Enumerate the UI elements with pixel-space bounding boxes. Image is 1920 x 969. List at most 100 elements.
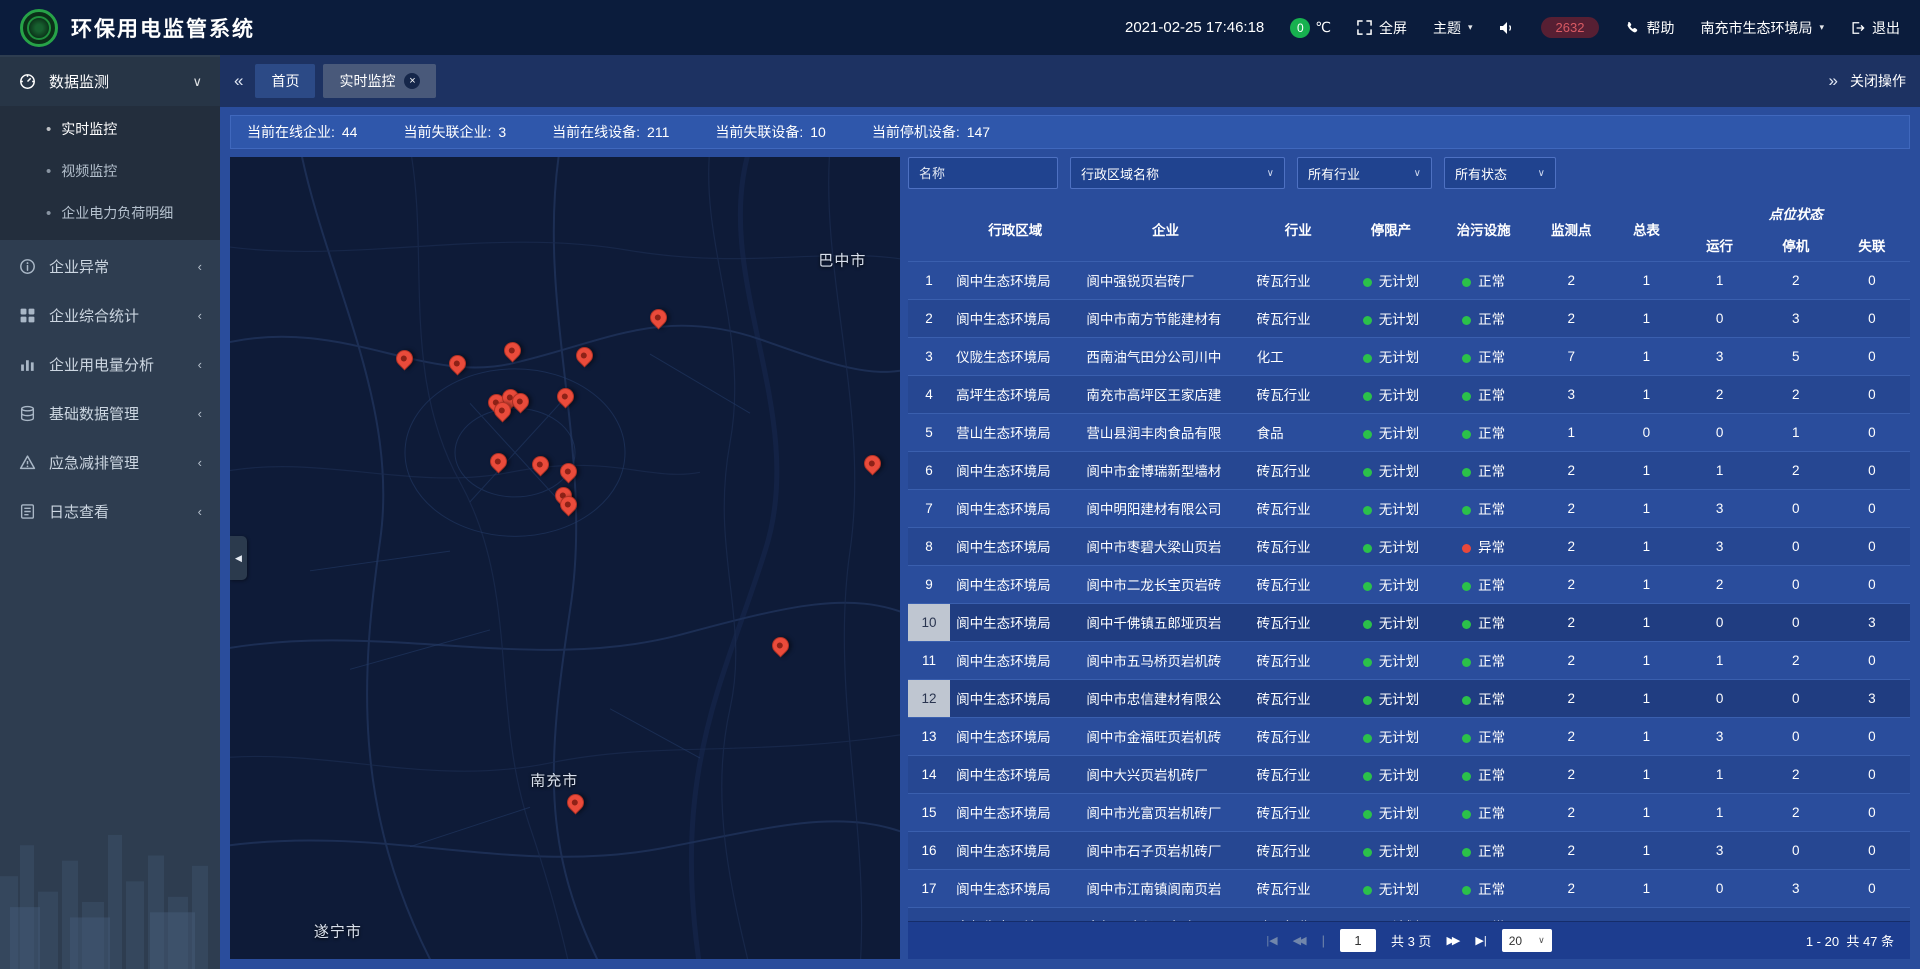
help-button[interactable]: 帮助 — [1625, 18, 1674, 38]
row-index-cell: 8 — [908, 527, 950, 565]
facility-status-cell: 正常 — [1436, 299, 1531, 337]
limit-status-cell: 无计划 — [1346, 337, 1436, 375]
pin-icon — [487, 449, 511, 473]
table-row[interactable]: 4高坪生态环境局南充市高坪区王家店建砖瓦行业无计划正常31220 — [908, 375, 1910, 413]
last-page-button[interactable]: ▶| — [1475, 934, 1486, 947]
offline-cell: 0 — [1834, 793, 1910, 831]
region-cell: 阆中生态环境局 — [950, 489, 1080, 527]
industry-filter-select[interactable]: 所有行业 ∨ — [1297, 157, 1432, 189]
sidebar-item[interactable]: 日志查看‹ — [0, 487, 220, 536]
status-filter-select[interactable]: 所有状态 ∨ — [1444, 157, 1556, 189]
table-row[interactable]: 12阆中生态环境局阆中市忠信建材有限公砖瓦行业无计划正常21003 — [908, 679, 1910, 717]
page-size-select[interactable]: 20 ∨ — [1502, 929, 1552, 952]
close-operations-button[interactable]: 关闭操作 — [1850, 71, 1906, 91]
sidebar-item[interactable]: 企业用电量分析‹ — [0, 340, 220, 389]
company-column-header: 企业 — [1080, 197, 1250, 261]
app-root: 环保用电监管系统 2021-02-25 17:46:18 0 ℃ 全屏 主题 ▾… — [0, 0, 1920, 969]
status-dot — [1363, 354, 1372, 363]
sidebar-item[interactable]: 应急减排管理‹ — [0, 438, 220, 487]
table-row[interactable]: 6阆中生态环境局阆中市金博瑞新型墙材砖瓦行业无计划正常21120 — [908, 451, 1910, 489]
sidebar-subitem[interactable]: •实时监控 — [0, 108, 220, 150]
sidebar-subitem[interactable]: •视频监控 — [0, 150, 220, 192]
status-dot — [1363, 316, 1372, 325]
page-number-input[interactable] — [1340, 929, 1376, 952]
region-cell: 阆中生态环境局 — [950, 299, 1080, 337]
fullscreen-button[interactable]: 全屏 — [1357, 18, 1407, 38]
table-row[interactable]: 16阆中生态环境局阆中市石子页岩机砖厂砖瓦行业无计划正常21300 — [908, 831, 1910, 869]
table-body: 1阆中生态环境局阆中强锐页岩砖厂砖瓦行业无计划正常211202阆中生态环境局阆中… — [908, 261, 1910, 921]
sidebar-item[interactable]: 数据监测∨ — [0, 57, 220, 106]
grid-icon — [18, 307, 37, 324]
region-column-header: 行政区域 — [950, 197, 1080, 261]
logout-button[interactable]: 退出 — [1850, 18, 1900, 38]
industry-cell: 砖瓦行业 — [1251, 755, 1346, 793]
close-icon[interactable]: × — [404, 73, 420, 89]
meter-cell: 1 — [1611, 565, 1681, 603]
company-cell: 阆中市南方节能建材有 — [1080, 299, 1250, 337]
table-row[interactable]: 15阆中生态环境局阆中市光富页岩机砖厂砖瓦行业无计划正常21120 — [908, 793, 1910, 831]
table-row[interactable]: 10阆中生态环境局阆中千佛镇五郎垭页岩砖瓦行业无计划正常21003 — [908, 603, 1910, 641]
sidebar-item-label: 基础数据管理 — [49, 403, 186, 424]
alert-count-badge[interactable]: 2632 — [1541, 17, 1600, 38]
tab-item[interactable]: 实时监控× — [323, 64, 436, 98]
next-page-button[interactable]: ▶▶ — [1446, 934, 1460, 947]
meter-cell: 1 — [1611, 679, 1681, 717]
points-cell: 2 — [1531, 755, 1611, 793]
status-dot — [1363, 772, 1372, 781]
table-row[interactable]: 8阆中生态环境局阆中市枣碧大梁山页岩砖瓦行业无计划异常21300 — [908, 527, 1910, 565]
first-page-button[interactable]: |◀ — [1266, 934, 1277, 947]
chevron-left-icon: ‹ — [198, 259, 202, 274]
table-row[interactable]: 14阆中生态环境局阆中大兴页岩机砖厂砖瓦行业无计划正常21120 — [908, 755, 1910, 793]
meter-column-header: 总表 — [1611, 197, 1681, 261]
row-index-cell: 13 — [908, 717, 950, 755]
pagination-controls: |◀ ◀◀ | 共 3 页 ▶▶ ▶| 20 ∨ — [1266, 929, 1551, 952]
chevron-down-icon: ∨ — [1414, 168, 1421, 179]
sidebar-subitem[interactable]: •企业电力负荷明细 — [0, 192, 220, 234]
table-row[interactable]: 18南部生态环境局南部县建兴页岩砖厂砖瓦行业无计划正常21000 — [908, 907, 1910, 921]
table-row[interactable]: 1阆中生态环境局阆中强锐页岩砖厂砖瓦行业无计划正常21120 — [908, 261, 1910, 299]
row-index-cell: 15 — [908, 793, 950, 831]
table-row[interactable]: 3仪陇生态环境局西南油气田分公司川中化工无计划正常71350 — [908, 337, 1910, 375]
pagination-bar: |◀ ◀◀ | 共 3 页 ▶▶ ▶| 20 ∨ — [908, 921, 1910, 959]
table-row[interactable]: 11阆中生态环境局阆中市五马桥页岩机砖砖瓦行业无计划正常21120 — [908, 641, 1910, 679]
total-pages-label: 共 3 页 — [1391, 931, 1431, 950]
limit-status-cell: 无计划 — [1346, 717, 1436, 755]
stopped-cell: 0 — [1758, 527, 1834, 565]
brand: 环保用电监管系统 — [20, 9, 255, 47]
map-collapse-handle[interactable]: ◀ — [230, 536, 247, 580]
meter-cell: 1 — [1611, 299, 1681, 337]
name-filter-input[interactable] — [908, 157, 1058, 189]
stopped-cell: 0 — [1758, 489, 1834, 527]
sidebar-item[interactable]: 企业综合统计‹ — [0, 291, 220, 340]
pin-icon — [556, 459, 580, 483]
row-index-cell: 14 — [908, 755, 950, 793]
table-row[interactable]: 13阆中生态环境局阆中市金福旺页岩机砖砖瓦行业无计划正常21300 — [908, 717, 1910, 755]
sidebar-item[interactable]: 基础数据管理‹ — [0, 389, 220, 438]
stopped-cell: 2 — [1758, 261, 1834, 299]
speaker-button[interactable] — [1499, 21, 1515, 35]
running-cell: 3 — [1682, 489, 1758, 527]
region-cell: 仪陇生态环境局 — [950, 337, 1080, 375]
table-row[interactable]: 5营山生态环境局营山县润丰肉食品有限食品无计划正常10010 — [908, 413, 1910, 451]
organization-dropdown[interactable]: 南充市生态环境局 ▾ — [1700, 18, 1824, 38]
tabs-scroll-left-button[interactable]: « — [234, 71, 243, 91]
stat-label: 当前在线企业: — [247, 124, 335, 140]
tab-item[interactable]: 首页 — [255, 64, 315, 98]
table-row[interactable]: 17阆中生态环境局阆中市江南镇阆南页岩砖瓦行业无计划正常21030 — [908, 869, 1910, 907]
sidebar-item[interactable]: 企业异常‹ — [0, 242, 220, 291]
industry-cell: 砖瓦行业 — [1251, 717, 1346, 755]
theme-dropdown[interactable]: 主题 ▾ — [1433, 18, 1473, 38]
table-row[interactable]: 7阆中生态环境局阆中明阳建材有限公司砖瓦行业无计划正常21300 — [908, 489, 1910, 527]
offline-cell: 0 — [1834, 641, 1910, 679]
stopped-cell: 0 — [1758, 679, 1834, 717]
table-row[interactable]: 9阆中生态环境局阆中市二龙长宝页岩砖砖瓦行业无计划正常21200 — [908, 565, 1910, 603]
tabs-scroll-right-button[interactable]: » — [1829, 71, 1838, 91]
chevron-left-icon: ‹ — [198, 357, 202, 372]
prev-page-button[interactable]: ◀◀ — [1293, 934, 1307, 947]
region-filter-select[interactable]: 行政区域名称 ∨ — [1070, 157, 1285, 189]
stat-value: 211 — [647, 124, 669, 140]
status-dot — [1363, 544, 1372, 553]
running-cell: 1 — [1682, 641, 1758, 679]
region-cell: 阆中生态环境局 — [950, 603, 1080, 641]
table-row[interactable]: 2阆中生态环境局阆中市南方节能建材有砖瓦行业无计划正常21030 — [908, 299, 1910, 337]
